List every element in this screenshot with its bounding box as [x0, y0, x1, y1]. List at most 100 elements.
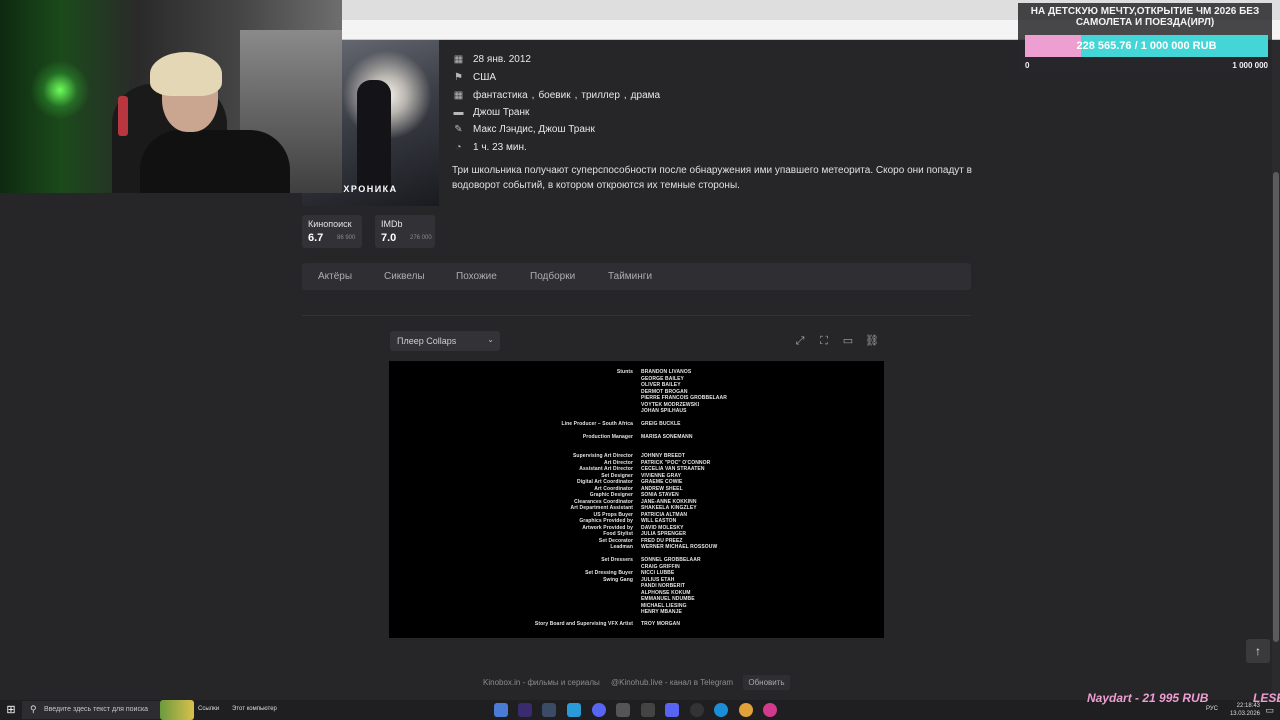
credit-name: HENRY MBANJE [641, 609, 682, 615]
genre-link[interactable]: боевик [538, 90, 570, 101]
credit-name: WERNER MICHAEL ROSSOUW [641, 544, 718, 550]
tab-timings[interactable]: Тайминги [608, 271, 652, 282]
obs-icon[interactable] [641, 703, 655, 717]
credit-name: JOHNNY BREEDT [641, 453, 685, 459]
credit-name: JANE-ANNE KOKKINN [641, 498, 697, 505]
credit-name: DAVID MOLESKY [641, 524, 684, 531]
writers[interactable]: Макс Лэндис, Джош Транк [473, 124, 595, 135]
webcam-chair-accent [118, 96, 128, 136]
tab-actors[interactable]: Актёры [318, 271, 352, 282]
donation-min: 0 [1025, 61, 1030, 70]
windows-start-icon[interactable]: ⊞ [4, 703, 18, 717]
credit-role: Assistant Art Director [579, 466, 633, 472]
credit-name: PIERRE FRANCOIS GROBBELAAR [641, 395, 727, 401]
player-select[interactable]: Плеер Collaps ⌄ [390, 331, 500, 351]
credit-role: Art Director [604, 459, 633, 466]
taskbar-links[interactable]: Ссылки [198, 706, 219, 712]
credit-name: PATRICIA ALTMAN [641, 511, 688, 518]
director-row: ▬ Джош Транк [453, 104, 530, 120]
credit-role: Stunts [616, 369, 633, 375]
release-date: 28 янв. 2012 [473, 53, 531, 65]
premiere-icon[interactable] [518, 703, 532, 717]
credit-name: ANDREW SHEEL [641, 485, 683, 492]
credit-name: PATRICK "POC" O'CONNOR [641, 459, 711, 466]
video-player[interactable]: Stunts BRANDON LIVANOS GEORGE BAILEY OLIVER… [389, 361, 884, 638]
settings-gear-icon[interactable] [616, 703, 630, 717]
pen-icon: ✎ [454, 123, 463, 135]
credit-name: SONNEL GROBBELAAR [641, 557, 701, 563]
tray-date: 13.03.2026 [1229, 711, 1260, 717]
footer-site-link[interactable]: Kinobox.in - фильмы и сериалы [483, 678, 600, 687]
genre-link[interactable]: триллер [581, 90, 620, 101]
rating-kinopoisk[interactable]: Кинопоиск 6.7 86 900 [302, 215, 362, 248]
credit-name: EMMANUEL NDUMBE [641, 596, 695, 602]
fullscreen-icon[interactable]: ⛶ [815, 332, 833, 350]
scrollbar-thumb[interactable] [1273, 172, 1279, 642]
telegram-icon[interactable] [567, 703, 581, 717]
link-icon[interactable]: ⛓ [863, 332, 881, 350]
page-scrollbar[interactable] [1272, 40, 1280, 700]
credit-name: DERMOT BROGAN [641, 388, 688, 395]
country-row: ⚑ США [453, 69, 496, 85]
credit-role: Art Coordinator [594, 485, 633, 492]
scroll-top-button[interactable]: ↑ [1246, 639, 1270, 663]
tab-similar[interactable]: Похожие [456, 271, 497, 282]
credit-name: WILL EASTON [641, 518, 677, 524]
rating-value: 7.0 [381, 232, 397, 244]
credit-name: MICHAEL LIESING [641, 602, 687, 609]
discord-icon[interactable] [665, 703, 679, 717]
movie-description: Три школьника получают суперспособности … [452, 165, 972, 191]
tab-sequels[interactable]: Сиквелы [384, 271, 425, 282]
footer-telegram-link[interactable]: @Kinohub.live - канал в Telegram [611, 678, 733, 687]
credit-role: Set Dressing Buyer [585, 570, 633, 576]
steam-icon[interactable] [542, 703, 556, 717]
clock-icon: ◔ [455, 141, 462, 153]
edge-icon[interactable] [714, 703, 728, 717]
rating-source: Кинопоиск [308, 219, 352, 229]
chrome-icon[interactable] [739, 703, 753, 717]
credit-name: CECELIA VAN STRAATEN [641, 466, 705, 472]
donation-progress-text: 228 565.76 / 1 000 000 RUB [1076, 40, 1217, 52]
tab-collections[interactable]: Подборки [530, 271, 575, 282]
section-divider [302, 315, 971, 316]
credit-name: JULIUS ETAH [641, 576, 675, 583]
notification-icon[interactable]: ▭ [1265, 705, 1274, 716]
credit-role: Leadman [610, 544, 633, 550]
expand-icon[interactable]: ⤢ [791, 332, 809, 350]
taskbar-computer[interactable]: Этот компьютер [232, 706, 277, 712]
taskbar-search-placeholder: Введите здесь текст для поиска [44, 706, 149, 713]
proton-vpn-icon[interactable] [592, 703, 606, 717]
github-icon[interactable] [690, 703, 704, 717]
webcam-overlay [0, 0, 342, 193]
rating-imdb[interactable]: IMDb 7.0 276 000 [375, 215, 435, 248]
credit-role: Graphics Provided by [579, 518, 633, 524]
chevron-down-icon: ⌄ [487, 335, 494, 344]
credit-name: SONIA STAVEN [641, 492, 679, 498]
genres-row: ▦ фантастика, боевик, триллер, драма [453, 89, 661, 101]
app-icon[interactable] [763, 703, 777, 717]
donation-progress-bar: 228 565.76 / 1 000 000 RUB [1025, 35, 1268, 57]
credit-name: PANDI NORBERIT [641, 583, 686, 589]
credit-role: Artwork Provided by [582, 524, 633, 531]
credit-name: CRAIG GRIFFIN [641, 563, 680, 570]
credit-name: GREIG BUCKLE [641, 421, 681, 427]
credit-name: NICCI LUBBE [641, 570, 675, 576]
donation-max: 1 000 000 [1232, 61, 1268, 70]
credit-role: Story Board and Supervising VFX Artist [534, 621, 633, 627]
comment-icon[interactable]: ▭ [839, 332, 857, 350]
director[interactable]: Джош Транк [473, 107, 529, 118]
credit-name: TROY MORGAN [641, 621, 681, 627]
genre-link[interactable]: фантастика [473, 90, 528, 101]
credit-name: JULIA SPRENGER [641, 531, 687, 537]
input-language[interactable]: РУС [1206, 706, 1218, 712]
file-explorer-icon[interactable] [494, 703, 508, 717]
genre-link[interactable]: драма [631, 90, 660, 101]
country: США [473, 71, 497, 83]
credit-role: Set Decorator [598, 537, 633, 544]
refresh-button[interactable]: Обновить [743, 675, 790, 690]
webcam-green-light [30, 60, 90, 120]
webcam-person-hair [150, 52, 222, 96]
writers-row: ✎ Макс Лэндис, Джош Транк [453, 121, 595, 137]
weather-widget[interactable] [160, 700, 194, 720]
flag-icon: ⚑ [454, 71, 463, 83]
